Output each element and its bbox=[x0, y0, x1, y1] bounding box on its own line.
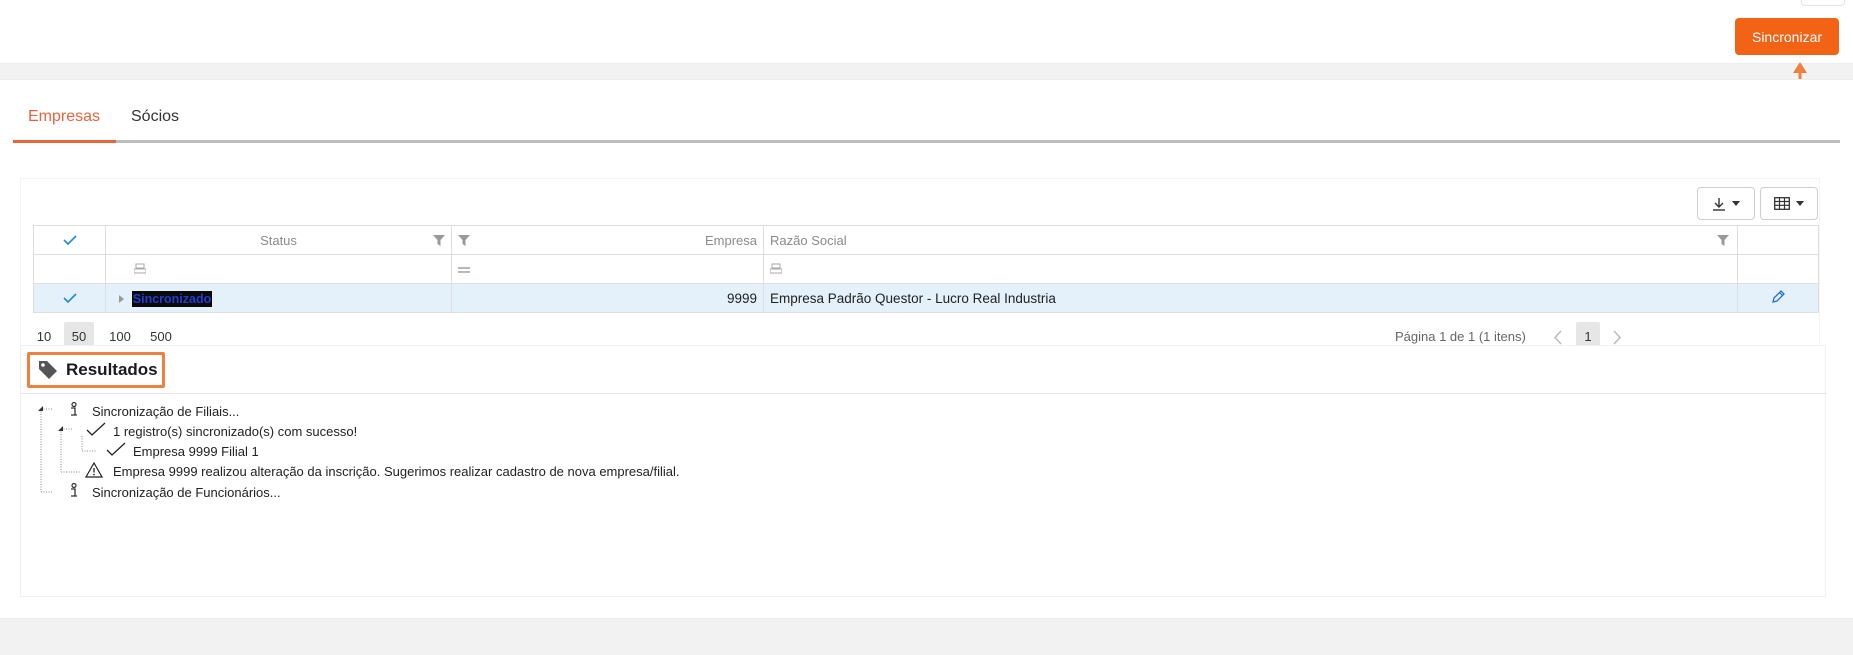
search-filter-icon[interactable] bbox=[133, 263, 147, 274]
export-dropdown-button[interactable] bbox=[1697, 187, 1755, 220]
checkmark-icon bbox=[86, 422, 106, 436]
tree-node-funcionarios: Sincronização de Funcionários... bbox=[92, 485, 281, 500]
tree-node-sync-success: 1 registro(s) sincronizado(s) com sucess… bbox=[113, 424, 358, 439]
chevron-right-icon[interactable] bbox=[1612, 330, 1622, 345]
razao-social-cell: Empresa Padrão Questor - Lucro Real Indu… bbox=[763, 283, 1738, 313]
chevron-down-icon bbox=[1796, 201, 1804, 206]
status-badge: Sincronizado bbox=[131, 290, 213, 307]
grid-filter-row bbox=[33, 254, 1819, 284]
checkmark-icon bbox=[106, 442, 126, 456]
column-header-status[interactable]: Status bbox=[105, 225, 452, 255]
filter-icon[interactable] bbox=[1717, 235, 1729, 246]
sync-button[interactable]: Sincronizar bbox=[1735, 18, 1839, 55]
main-card: Empresas Sócios Status Empresa Razão Soc… bbox=[0, 79, 1853, 619]
chevron-down-icon bbox=[1732, 201, 1740, 206]
results-header: Resultados bbox=[21, 346, 1827, 394]
tree-node-filiais: Sincronização de Filiais... bbox=[92, 404, 240, 419]
edit-cell bbox=[1737, 283, 1819, 313]
tree-node-warning: Empresa 9999 realizou alteração da inscr… bbox=[113, 464, 680, 479]
row-checkbox[interactable] bbox=[33, 283, 106, 313]
check-icon bbox=[62, 234, 77, 245]
expand-row-icon[interactable] bbox=[116, 294, 128, 304]
tag-icon bbox=[39, 361, 57, 379]
corner-decoration bbox=[1801, 0, 1845, 6]
filter-cell-razao-social[interactable] bbox=[763, 254, 1738, 284]
filter-icon[interactable] bbox=[433, 235, 445, 246]
empresa-cell: 9999 bbox=[451, 283, 764, 313]
tree-node-filial: Empresa 9999 Filial 1 bbox=[133, 444, 259, 459]
companies-grid: Status Empresa Razão Social Sincronizado… bbox=[33, 225, 1819, 313]
pencil-icon[interactable] bbox=[1771, 289, 1785, 304]
status-cell: Sincronizado bbox=[105, 283, 452, 313]
column-header-razao-social[interactable]: Razão Social bbox=[763, 225, 1738, 255]
warning-icon bbox=[85, 462, 103, 478]
column-header-actions bbox=[1737, 225, 1819, 255]
top-toolbar-card: Sincronizar bbox=[0, 0, 1853, 64]
column-chooser-button[interactable] bbox=[1760, 187, 1818, 220]
chevron-left-icon[interactable] bbox=[1553, 330, 1563, 345]
filter-cell-empty bbox=[33, 254, 106, 284]
results-highlight-box: Resultados bbox=[27, 352, 165, 388]
check-icon bbox=[62, 292, 77, 303]
filter-cell-status[interactable] bbox=[105, 254, 452, 284]
download-icon bbox=[1713, 197, 1725, 211]
filter-cell-empty bbox=[1737, 254, 1819, 284]
column-header-empresa[interactable]: Empresa bbox=[451, 225, 764, 255]
select-all-cell[interactable] bbox=[33, 225, 106, 255]
grid-header-row: Status Empresa Razão Social bbox=[33, 225, 1819, 255]
results-panel: Resultados Sincronização de Filiais... 1… bbox=[20, 345, 1827, 597]
results-title: Resultados bbox=[66, 360, 158, 379]
equals-icon[interactable] bbox=[458, 266, 470, 274]
tab-socios[interactable]: Sócios bbox=[116, 98, 194, 143]
filter-cell-empresa[interactable] bbox=[451, 254, 764, 284]
info-icon bbox=[71, 483, 77, 497]
table-icon bbox=[1774, 197, 1790, 210]
info-icon bbox=[71, 402, 77, 416]
table-row[interactable]: Sincronizado 9999 Empresa Padrão Questor… bbox=[33, 283, 1819, 313]
filter-icon[interactable] bbox=[458, 235, 470, 246]
tab-bar: Empresas Sócios bbox=[13, 98, 1840, 143]
search-filter-icon[interactable] bbox=[769, 263, 783, 274]
tab-empresas[interactable]: Empresas bbox=[13, 98, 116, 143]
